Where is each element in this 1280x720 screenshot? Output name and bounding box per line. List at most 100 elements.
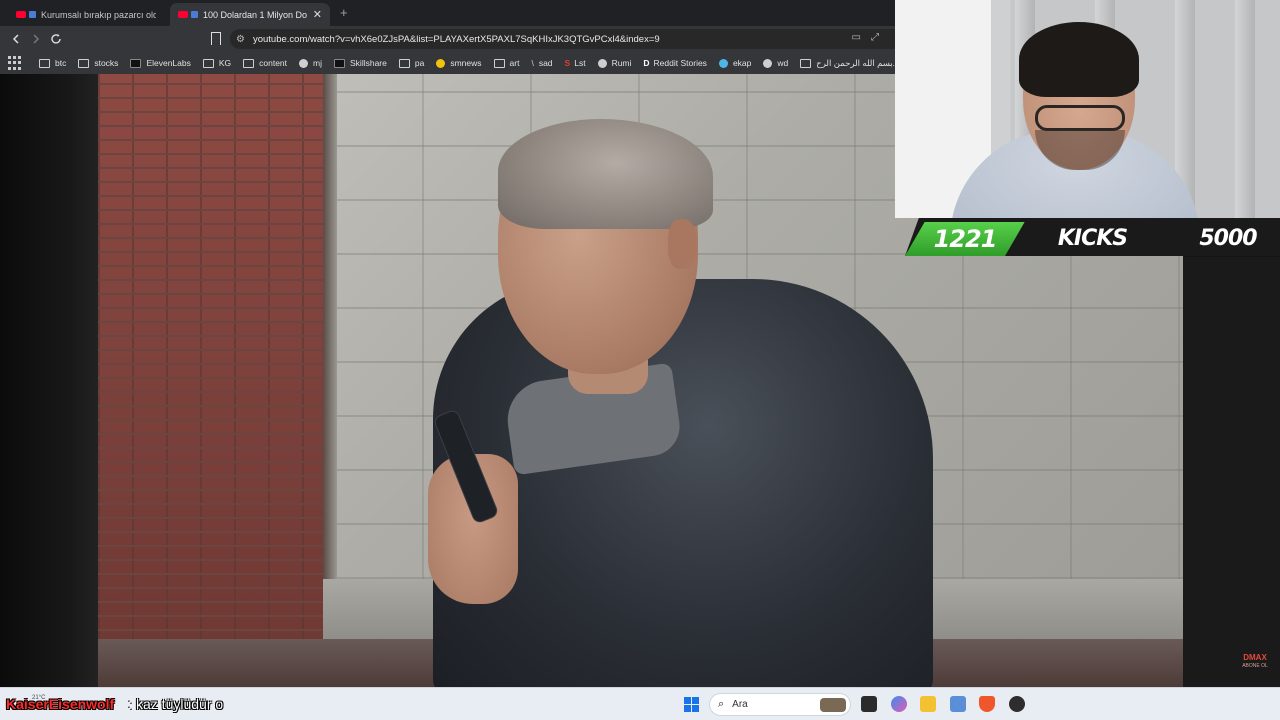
kicks-label: KICKS	[1057, 226, 1128, 251]
page-icon	[800, 58, 812, 68]
bookmark-btc[interactable]: btc	[39, 58, 66, 68]
taskbar-search[interactable]: ⌕ Ara	[709, 693, 851, 716]
chat-username: KaiserEisenwolf	[6, 696, 115, 712]
bookmark-label: sad	[538, 58, 553, 68]
bookmark-label: art	[509, 58, 520, 68]
search-icon: ⌕	[718, 698, 725, 710]
kicks-current-count: 1221	[933, 225, 998, 253]
bookmark-art[interactable]: art	[493, 58, 520, 68]
bookmark-wd[interactable]: wd	[763, 58, 788, 68]
tab-title: Kurumsalı bırakıp pazarcı oldu: "C	[41, 9, 156, 20]
watermark-sub: ABONE OL	[1242, 663, 1268, 669]
watermark-brand: DMAX	[1243, 653, 1267, 662]
brave-browser-icon[interactable]	[979, 696, 995, 712]
elevenlabs-icon	[130, 58, 142, 68]
bookmark-pa[interactable]: pa	[398, 58, 425, 68]
tab-title: 100 Dolardan 1 Milyon Dolar	[203, 9, 307, 20]
folder-icon	[39, 58, 50, 68]
smiley-icon	[436, 58, 446, 68]
browser-toolbar: ⚙ youtube.com/watch?v=vhX6e0ZJsPA&list=P…	[0, 26, 895, 52]
folder-icon	[493, 58, 505, 68]
bookmark-label: stocks	[94, 58, 119, 68]
bookmark-label: mj	[313, 58, 323, 68]
folder-icon	[78, 58, 90, 68]
d-icon: D	[643, 58, 650, 68]
github-icon	[299, 58, 309, 68]
bookmark-sad[interactable]: \ sad	[531, 58, 552, 68]
tab-inactive[interactable]: Kurumsalı bırakıp pazarcı oldu: "C	[8, 3, 164, 26]
site-info-icon[interactable]: ⚙	[236, 34, 245, 45]
bookmark-rumi[interactable]: Rumi	[597, 58, 632, 68]
ekap-icon	[718, 58, 728, 68]
search-placeholder: Ara	[732, 699, 748, 710]
bookmark-kg[interactable]: KG	[202, 58, 232, 68]
page-icon	[191, 11, 198, 18]
bookmark-label: KG	[218, 58, 232, 68]
windows-taskbar: 21°C Güneşli KaiserEisenwolf : kaz tüylü…	[0, 687, 1280, 720]
bookmark-reddit-stories[interactable]: D Reddit Stories	[643, 58, 707, 68]
back-icon[interactable]	[7, 30, 25, 48]
s-red-icon: S	[564, 58, 571, 68]
folder-icon	[243, 58, 255, 68]
reload-icon[interactable]	[47, 30, 65, 48]
bookmark-label: content	[259, 58, 288, 68]
page-icon	[29, 11, 36, 18]
kicks-goal-widget: 1221 KICKS 5000	[905, 218, 1280, 258]
globe-icon	[763, 58, 773, 68]
url-text: youtube.com/watch?v=vhX6e0ZJsPA&list=PLA…	[252, 33, 660, 45]
new-tab-button[interactable]: +	[340, 5, 348, 20]
streamer-glasses	[1035, 105, 1125, 131]
bookmark-label: ekap	[732, 58, 752, 68]
vbar-icon: \	[531, 58, 534, 68]
obs-icon[interactable]	[1009, 696, 1025, 712]
bookmark-star-icon[interactable]	[211, 32, 221, 45]
chat-message: kaz tüylüdür o	[136, 696, 224, 712]
bookmark-mj[interactable]: mj	[299, 58, 322, 68]
bookmark-arabic[interactable]: بسم الله الرحمن الرح...	[800, 58, 895, 69]
skillshare-icon	[334, 58, 346, 68]
bookmark-label: btc	[55, 58, 67, 68]
video-letterbox-left	[0, 74, 98, 687]
curtain	[1235, 0, 1255, 218]
bookmark-skillshare[interactable]: Skillshare	[334, 58, 387, 68]
cast-icon[interactable]: ▭⤢	[852, 32, 889, 43]
bookmark-smnews[interactable]: smnews	[436, 58, 482, 68]
webcam-overlay	[895, 0, 1280, 218]
tab-active[interactable]: 100 Dolardan 1 Milyon Dolar ✕	[170, 3, 330, 26]
bookmark-label: Rumi	[611, 58, 632, 68]
task-view-icon[interactable]	[861, 696, 877, 712]
bookmarks-bar: btc stocks ElevenLabs KG content mj Skil…	[0, 52, 895, 74]
bookmark-label: smnews	[450, 58, 482, 68]
close-tab-icon[interactable]: ✕	[313, 8, 322, 21]
youtube-icon	[16, 11, 26, 18]
browser-tab-strip: Kurumsalı bırakıp pazarcı oldu: "C 100 D…	[0, 0, 895, 26]
address-bar[interactable]: ⚙ youtube.com/watch?v=vhX6e0ZJsPA&list=P…	[230, 29, 895, 49]
chat-separator: :	[128, 696, 132, 712]
apps-grid-icon[interactable]	[8, 56, 21, 70]
bookmark-content[interactable]: content	[243, 58, 287, 68]
folder-icon	[398, 58, 410, 68]
bookmark-stocks[interactable]: stocks	[78, 58, 118, 68]
snipping-tool-icon[interactable]	[950, 696, 966, 712]
bookmark-label: pa	[414, 58, 425, 68]
folder-icon	[202, 58, 214, 68]
windows-start-icon[interactable]	[684, 697, 699, 712]
bookmark-label: Lst	[574, 58, 586, 68]
forward-icon[interactable]	[27, 30, 45, 48]
bookmark-label: wd	[777, 58, 789, 68]
bookmark-elevenlabs[interactable]: ElevenLabs	[130, 58, 191, 68]
bookmark-label: ElevenLabs	[146, 58, 191, 68]
channel-watermark: DMAX ABONE OL	[1239, 654, 1271, 670]
man-ear	[668, 219, 696, 269]
bookmark-label: Skillshare	[350, 58, 387, 68]
youtube-icon	[178, 11, 188, 18]
file-explorer-icon[interactable]	[920, 696, 936, 712]
copilot-icon[interactable]	[891, 696, 907, 712]
search-highlight-icon	[820, 698, 846, 712]
man-hair	[498, 119, 713, 229]
brick-wall	[98, 74, 323, 687]
bookmark-ekap[interactable]: ekap	[718, 58, 752, 68]
kicks-goal-count: 5000	[1199, 226, 1257, 251]
bookmark-lst[interactable]: S Lst	[565, 58, 586, 68]
globe-icon	[597, 58, 607, 68]
